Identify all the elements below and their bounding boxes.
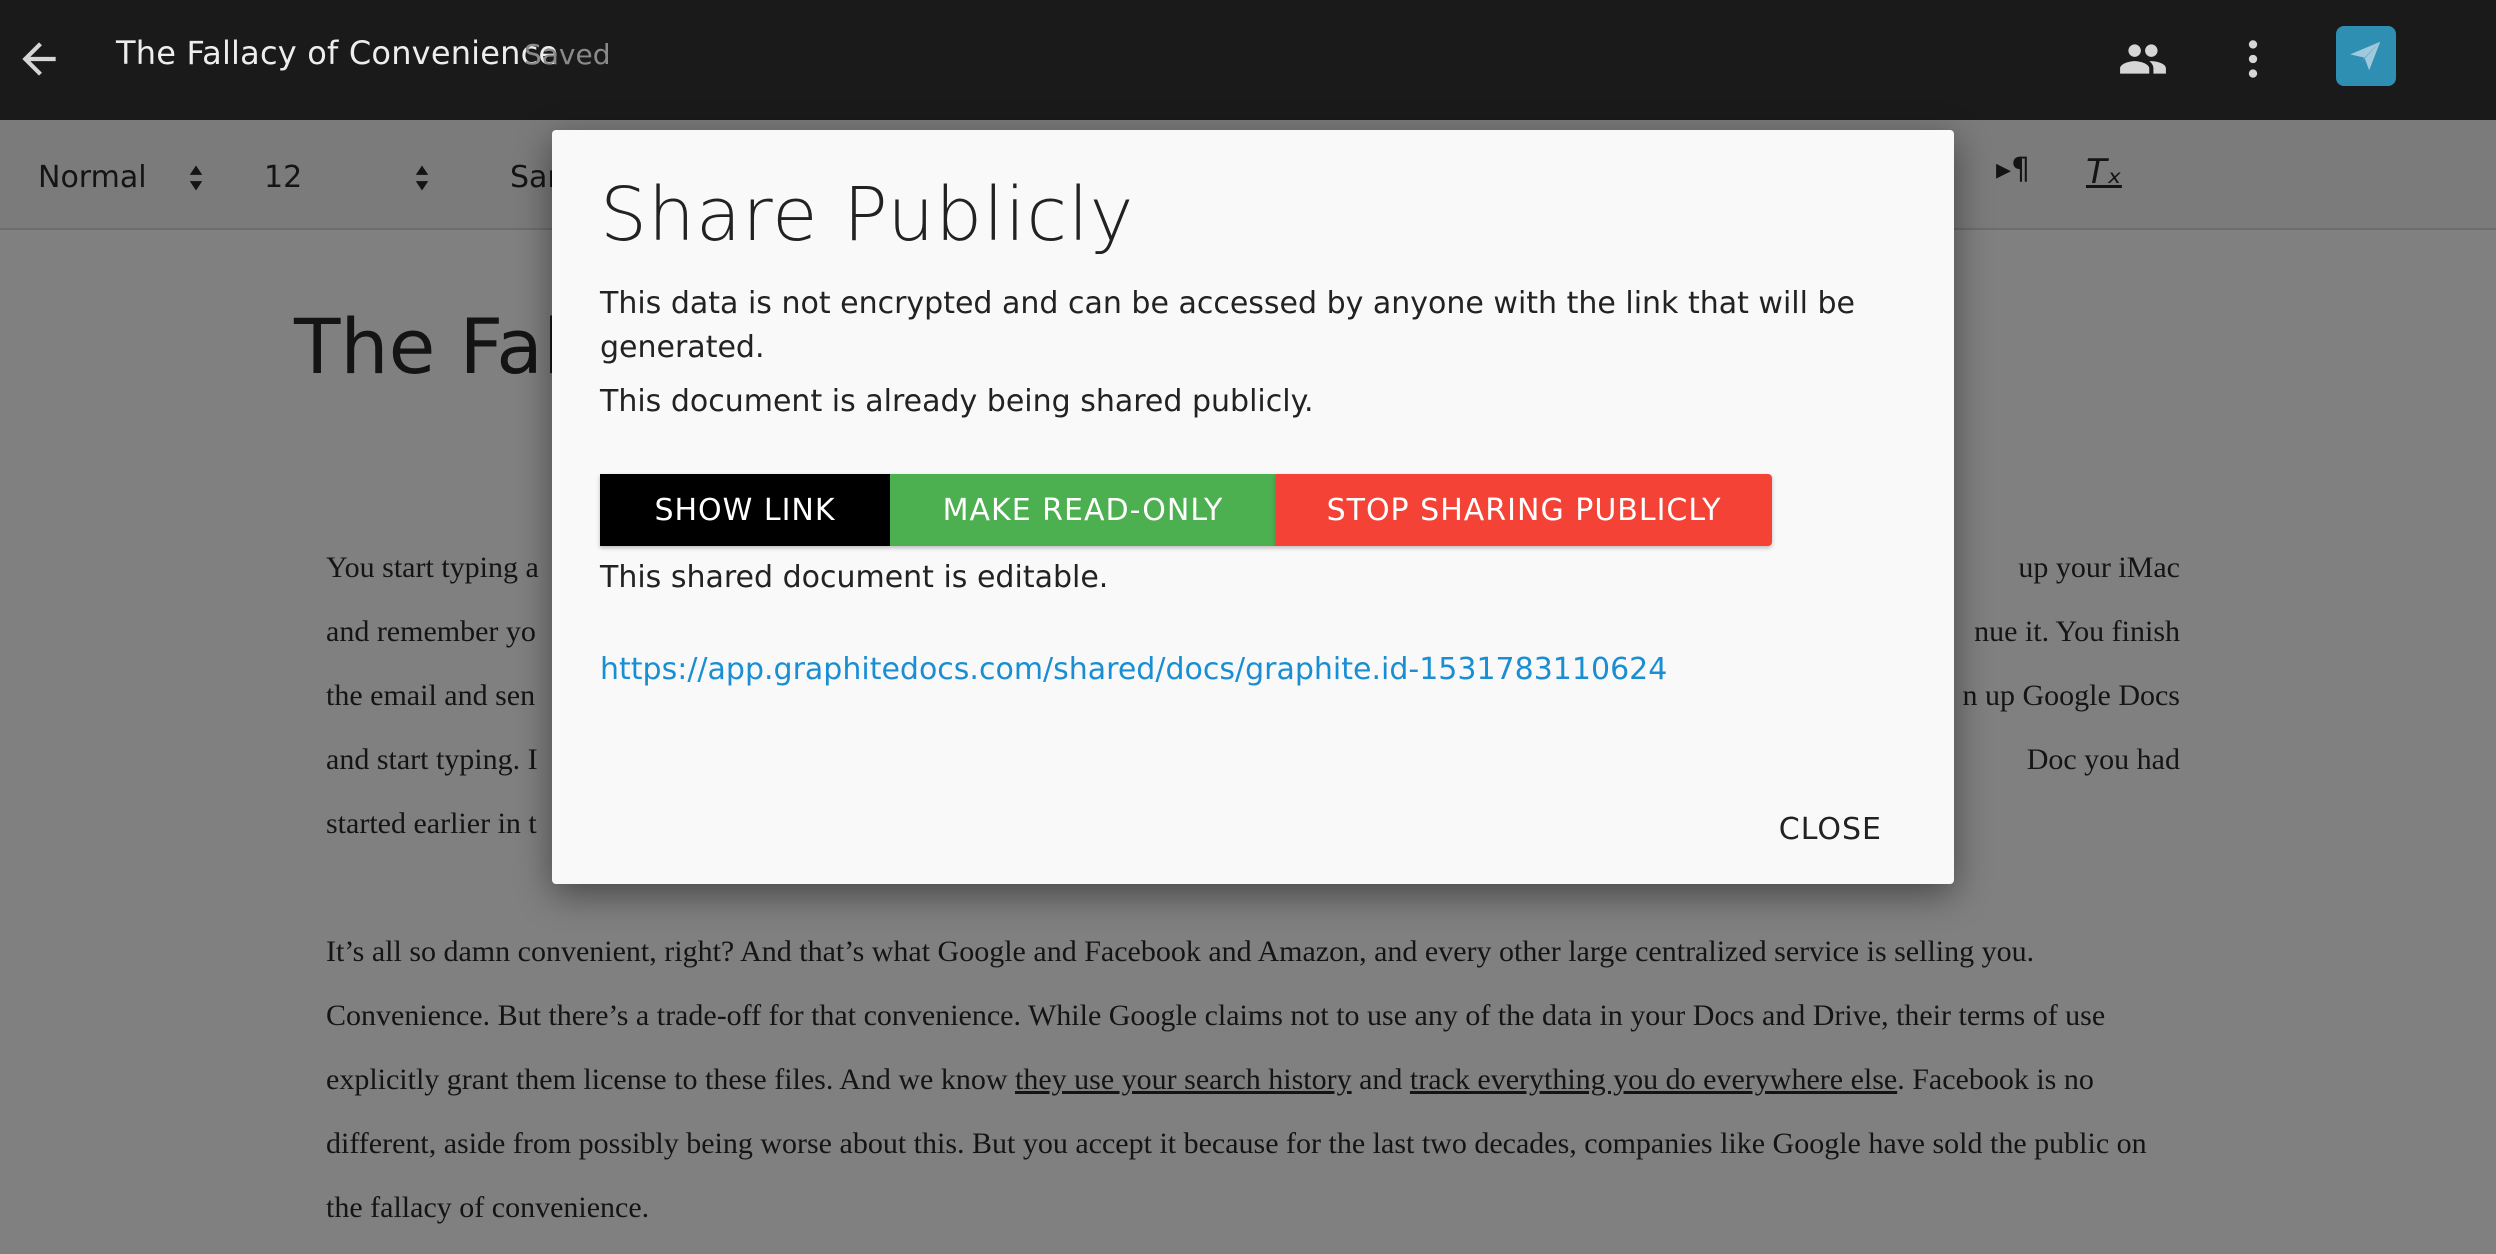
more-vert-icon[interactable] [2228, 34, 2278, 84]
paragraph-text: the email and sen [326, 679, 536, 712]
stop-sharing-button[interactable]: STOP SHARING PUBLICLY [1276, 474, 1772, 546]
doc-title[interactable]: The Fallacy of Convenience [116, 34, 558, 72]
paragraph-text: Doc you had [2026, 743, 2180, 776]
app-bar: The Fallacy of Convenience Saved [0, 0, 2496, 120]
document-heading[interactable]: The Fall [294, 302, 585, 391]
people-icon[interactable] [2118, 34, 2168, 84]
tracking-link[interactable]: track everything you do everywhere else [1410, 1063, 1897, 1096]
close-button[interactable]: CLOSE [1779, 812, 1882, 847]
arrow-left-icon[interactable] [14, 34, 64, 84]
send-button[interactable] [2336, 26, 2396, 86]
rtl-direction-icon[interactable]: ▸¶ [1996, 152, 2030, 187]
style-select[interactable]: Normal [38, 160, 147, 195]
editable-status: This shared document is editable. [600, 560, 1109, 595]
document-paragraph[interactable]: It’s all so damn convenient, right? And … [326, 920, 2180, 1240]
share-publicly-modal: Share Publicly This data is not encrypte… [552, 130, 1954, 884]
sharing-status: This document is already being shared pu… [600, 384, 1314, 419]
show-link-button[interactable]: SHOW LINK [600, 474, 890, 546]
select-caret-icon[interactable] [414, 164, 430, 192]
save-status: Saved [524, 38, 611, 71]
clear-format-icon[interactable]: Tₓ [2086, 152, 2122, 192]
paragraph-text: up your iMac [2018, 551, 2180, 584]
select-caret-icon[interactable] [188, 164, 204, 192]
paragraph-text: You start typing a [326, 551, 539, 584]
share-actions: SHOW LINK MAKE READ-ONLY STOP SHARING PU… [600, 474, 1772, 546]
paragraph-text: n up Google Docs [1962, 679, 2180, 712]
paragraph-text: nue it. You finish [1974, 615, 2180, 648]
paper-plane-icon [2350, 41, 2381, 71]
share-url-link[interactable]: https://app.graphitedocs.com/shared/docs… [600, 652, 1667, 687]
paragraph-text: and [1351, 1063, 1410, 1096]
make-read-only-button[interactable]: MAKE READ-ONLY [890, 474, 1276, 546]
paragraph-text: started earlier in t [326, 807, 537, 840]
search-history-link[interactable]: they use your search history [1015, 1063, 1352, 1096]
paragraph-text: and remember yo [326, 615, 536, 648]
modal-title: Share Publicly [600, 172, 1135, 258]
encryption-warning: This data is not encrypted and can be ac… [600, 286, 1856, 365]
font-size-select[interactable]: 12 [264, 160, 302, 195]
paragraph-text: and start typing. I [326, 743, 538, 776]
